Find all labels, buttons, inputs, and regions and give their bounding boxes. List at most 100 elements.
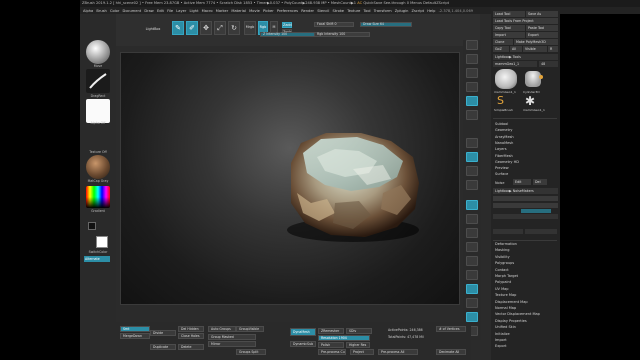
divide-button[interactable]: Divide (150, 330, 176, 336)
mrgb-button[interactable]: Mrgb (244, 21, 256, 35)
tool-name-field[interactable]: mammGeo1_1 (493, 61, 537, 67)
palette-item-deformation[interactable]: Deformation (495, 242, 517, 246)
move-button[interactable]: ✥ (200, 21, 212, 35)
noise-option-row[interactable] (493, 214, 558, 219)
xyz-button[interactable] (466, 200, 478, 210)
menu-stencil[interactable]: Stencil (317, 9, 329, 13)
aahalf-button[interactable] (466, 110, 478, 120)
zremesher-button[interactable]: ZRemesher (318, 328, 344, 334)
palette-item-surface[interactable]: Surface (495, 172, 508, 176)
menu-macro[interactable]: Macro (202, 9, 213, 13)
menu-brush[interactable]: Brush (96, 9, 106, 13)
visible-button[interactable]: Visible (523, 46, 547, 52)
lsym-button[interactable] (466, 180, 478, 190)
noise-slider-2[interactable] (493, 203, 558, 208)
alternate-button[interactable]: Alternate (84, 256, 110, 262)
brush-thumbnail[interactable] (86, 40, 110, 64)
viewport-canvas[interactable] (120, 52, 460, 305)
rotate-y-button[interactable] (466, 214, 478, 224)
r-button[interactable]: R (548, 46, 558, 52)
rotate-button[interactable]: ↻ (228, 21, 240, 35)
smt-button[interactable]: Smt (120, 326, 150, 332)
palette-item-morph-target[interactable]: Morph Target (495, 274, 518, 278)
palette-item-visibility[interactable]: Visibility (495, 255, 510, 259)
menu-edit[interactable]: Edit (157, 9, 164, 13)
secondary-color-swatch[interactable] (88, 222, 96, 230)
spix-button[interactable] (466, 54, 478, 64)
palette-item-import[interactable]: Import (495, 338, 507, 342)
menu-light[interactable]: Light (190, 9, 199, 13)
polish-button[interactable]: Polish (318, 342, 344, 348)
stroke-thumbnail[interactable] (86, 69, 110, 93)
auto-groups-button[interactable]: Auto Groups (208, 326, 236, 332)
menu-marker[interactable]: Marker (216, 9, 228, 13)
menu-preferences[interactable]: Preferences (277, 9, 298, 13)
lightbox-tools-button[interactable]: Lightbox▶ Tools (493, 54, 558, 60)
palette-item-polypaint[interactable]: Polypaint (495, 280, 511, 284)
palette-item-export[interactable]: Export (495, 344, 506, 348)
delete-button[interactable]: Delete (178, 344, 204, 350)
material-thumbnail[interactable] (86, 155, 110, 179)
dynamesh-button[interactable]: DynaMesh (290, 328, 316, 336)
noise-apply-button[interactable] (493, 229, 523, 234)
edit-button[interactable]: ✎ (172, 21, 184, 35)
mirror-dropdown[interactable]: Mirror (208, 341, 256, 347)
tool-thumb-cylinder[interactable] (525, 71, 541, 87)
menu-picker[interactable]: Picker (263, 9, 274, 13)
menu-zplugin[interactable]: Zplugin (395, 9, 409, 13)
clone-button[interactable]: Clone (493, 39, 513, 45)
palette-item-normal-map[interactable]: Normal Map (495, 306, 516, 310)
tool-thumb-rock[interactable] (495, 69, 517, 89)
palette-item-uv-map[interactable]: UV Map (495, 287, 508, 291)
scroll-button[interactable] (466, 68, 478, 78)
save-as-button[interactable]: Save As (526, 11, 558, 17)
load-tool-button[interactable]: Load Tool (493, 11, 525, 17)
palette-item-preview[interactable]: Preview (495, 166, 509, 170)
lightbox-noisemakers-button[interactable]: Lightbox▶ NoiseMakers (493, 188, 558, 194)
menu-file[interactable]: File (167, 9, 173, 13)
project-button[interactable]: Project (350, 349, 374, 355)
duplicate-button[interactable]: Duplicate (150, 344, 176, 350)
menu-alpha[interactable]: Alpha (83, 9, 93, 13)
groups-split-button[interactable]: Groups Split (236, 349, 266, 355)
noise-mask-button[interactable] (525, 229, 557, 234)
move-view-button[interactable] (466, 256, 478, 266)
group-visible-button[interactable]: GroupVisible (236, 326, 264, 332)
lightbox-button[interactable]: LightBox (142, 24, 164, 36)
focal-shift-slider[interactable]: Focal Shift 0 (314, 22, 354, 27)
transp-button[interactable] (466, 312, 478, 322)
palette-item-texture-map[interactable]: Texture Map (495, 293, 516, 297)
rotate-z-button[interactable] (466, 228, 478, 238)
copy-tool-button[interactable]: Copy Tool (493, 25, 525, 31)
menu-movie[interactable]: Movie (249, 9, 260, 13)
actual-button[interactable] (466, 96, 478, 106)
sdiv-button[interactable]: SDiv (346, 328, 372, 334)
palette-item-polygroups[interactable]: Polygroups (495, 261, 514, 265)
frame-button[interactable] (466, 242, 478, 252)
color-picker[interactable] (86, 186, 110, 208)
zoom-view-button[interactable] (466, 270, 478, 280)
paste-tool-button[interactable]: Paste Tool (526, 25, 558, 31)
make-polymesh-button[interactable]: Make PolyMesh3D (514, 39, 558, 45)
palette-item-initialize[interactable]: Initialize (495, 332, 510, 336)
see-through-slider[interactable]: See-through 0 (383, 1, 409, 5)
menu-stroke[interactable]: Stroke (333, 9, 344, 13)
close-holes-button[interactable]: Close Holes (178, 333, 204, 339)
draw-size-slider[interactable]: Draw Size 64 (360, 22, 412, 27)
alpha-thumbnail[interactable] (86, 99, 110, 123)
menu-material[interactable]: Material (231, 9, 246, 13)
menu-document[interactable]: Document (123, 9, 142, 13)
menu-help[interactable]: Help (427, 9, 435, 13)
local-button[interactable] (466, 166, 478, 176)
bpr-button[interactable] (466, 40, 478, 50)
group-masked-button[interactable]: Group Masked (208, 334, 256, 340)
palette-item-fibermesh[interactable]: FiberMesh (495, 154, 513, 158)
palette-item-layers[interactable]: Layers (495, 147, 507, 151)
star-icon[interactable]: ✱ (525, 95, 535, 107)
floor-button[interactable] (466, 152, 478, 162)
pre-process-button[interactable]: Pre-process Current (318, 349, 346, 355)
zadd-button[interactable]: Zadd (282, 22, 292, 28)
goz-button[interactable]: GoZ (493, 46, 509, 52)
menu-transform[interactable]: Transform (374, 9, 392, 13)
palette-item-nanomesh[interactable]: NanoMesh (495, 141, 513, 145)
